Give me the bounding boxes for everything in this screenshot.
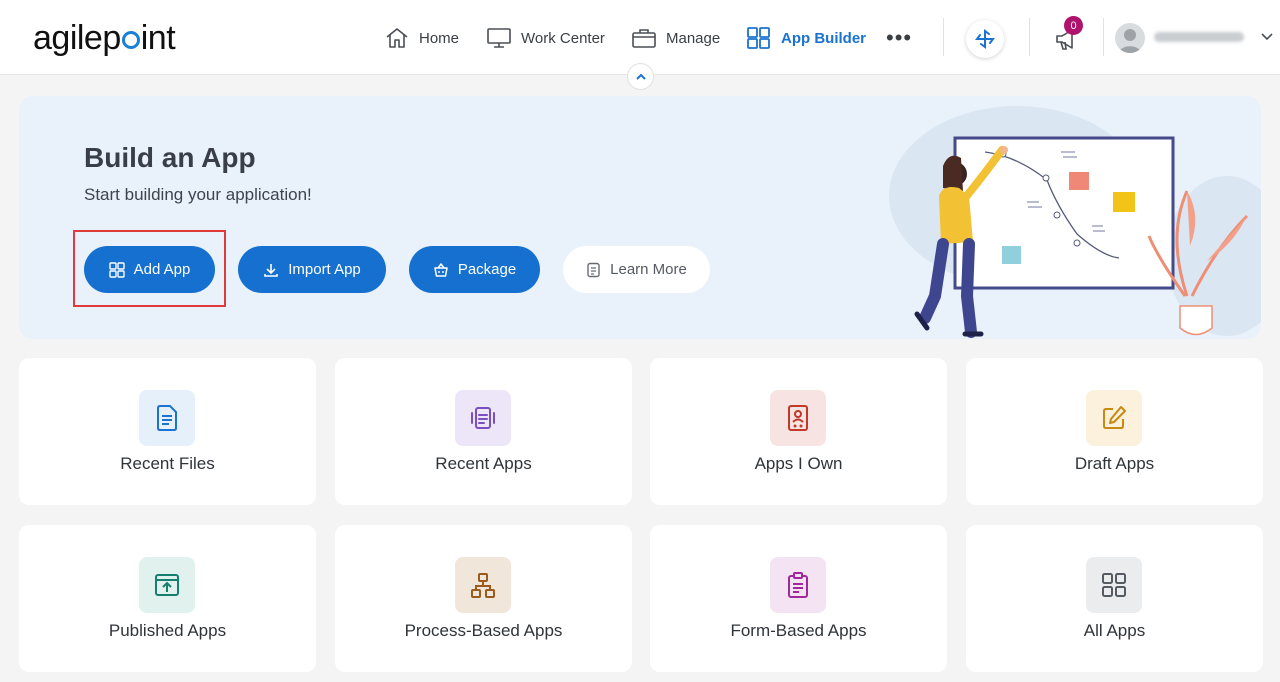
process-based-apps-icon-box (455, 557, 511, 613)
avatar[interactable] (1115, 23, 1145, 53)
grid-icon (1102, 573, 1126, 597)
whiteboard-illustration (889, 106, 1261, 338)
draft-apps-label: Draft Apps (1074, 454, 1155, 473)
apps-i-own-icon-box (770, 390, 826, 446)
more-options-icon[interactable]: ••• (886, 27, 912, 49)
recent-files-card[interactable]: Recent Files (19, 358, 316, 505)
ai-assistant-button[interactable] (966, 20, 1004, 58)
edit-icon (1103, 406, 1126, 429)
home-icon (386, 28, 408, 48)
package-label: Package (457, 261, 517, 278)
all-apps-label: All Apps (1083, 621, 1146, 640)
form-based-apps-card[interactable]: Form-Based Apps (650, 525, 947, 672)
recent-files-label: Recent Files (120, 454, 215, 473)
apps-i-own-card[interactable]: Apps I Own (650, 358, 947, 505)
clipboard-icon (788, 572, 808, 598)
chevron-down-icon[interactable] (1260, 30, 1274, 44)
published-apps-card[interactable]: Published Apps (19, 525, 316, 672)
highlight-box (73, 230, 226, 307)
import-app-label: Import App (288, 261, 361, 278)
monitor-icon (487, 28, 511, 48)
recent-apps-label: Recent Apps (435, 454, 532, 473)
user-icon (1119, 29, 1141, 53)
draft-apps-icon-box (1086, 390, 1142, 446)
nav-app-builder[interactable]: App Builder (746, 22, 866, 54)
form-based-apps-label: Form-Based Apps (730, 621, 867, 640)
briefcase-icon (632, 29, 656, 48)
learn-more-button[interactable]: Learn More (563, 246, 710, 293)
divider (1103, 18, 1104, 56)
username-blurred[interactable]: hidden-user (1154, 28, 1250, 46)
nav-manage[interactable]: Manage (631, 22, 720, 54)
recent-apps-icon (471, 407, 495, 429)
published-apps-icon-box (139, 557, 195, 613)
document-icon (157, 405, 177, 431)
pinwheel-icon (975, 29, 995, 49)
download-icon (264, 263, 279, 277)
person-card-icon (788, 405, 808, 431)
recent-files-icon-box (139, 390, 195, 446)
basket-icon (434, 262, 448, 277)
learn-more-label: Learn More (610, 261, 687, 278)
process-based-apps-card[interactable]: Process-Based Apps (335, 525, 632, 672)
hierarchy-icon (471, 573, 495, 598)
agilepoint-logo[interactable]: agilep int (33, 18, 176, 58)
build-app-banner: Build an App Start building your applica… (19, 96, 1261, 339)
import-app-button[interactable]: Import App (238, 246, 386, 293)
publish-icon (155, 574, 179, 596)
form-based-apps-icon-box (770, 557, 826, 613)
notification-badge: 0 (1064, 16, 1083, 35)
draft-apps-card[interactable]: Draft Apps (966, 358, 1263, 505)
package-button[interactable]: Package (409, 246, 540, 293)
all-apps-icon-box (1086, 557, 1142, 613)
nav-home-label: Home (419, 29, 460, 47)
page-title: Build an App (84, 142, 256, 173)
published-apps-label: Published Apps (108, 621, 227, 640)
all-apps-card[interactable]: All Apps (966, 525, 1263, 672)
nav-work-center[interactable]: Work Center (486, 22, 605, 54)
app-grid-icon (747, 27, 770, 49)
page-subtitle: Start building your application! (84, 185, 312, 204)
recent-apps-card[interactable]: Recent Apps (335, 358, 632, 505)
apps-i-own-label: Apps I Own (754, 454, 843, 473)
chevron-up-icon (635, 73, 646, 80)
process-based-apps-label: Process-Based Apps (404, 621, 563, 640)
recent-apps-icon-box (455, 390, 511, 446)
nav-app-builder-label: App Builder (781, 29, 866, 47)
divider (943, 18, 944, 56)
divider (1029, 18, 1030, 56)
document-icon (587, 262, 600, 277)
nav-home[interactable]: Home (384, 22, 459, 54)
collapse-header-button[interactable] (627, 63, 654, 90)
nav-work-center-label: Work Center (521, 29, 605, 47)
nav-manage-label: Manage (666, 29, 721, 47)
